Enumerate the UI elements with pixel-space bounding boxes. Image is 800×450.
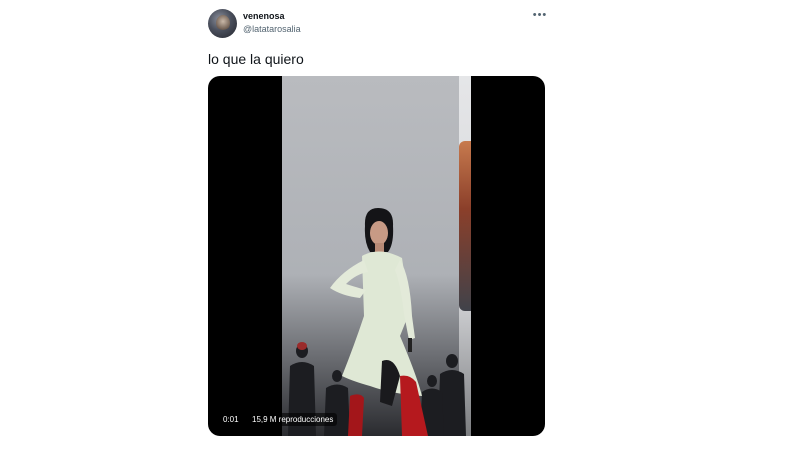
- tweet-card: venenosa @latatarosalia ••• lo que la qu…: [0, 0, 800, 450]
- video-frame: [282, 76, 471, 436]
- display-name[interactable]: venenosa: [243, 11, 285, 21]
- video-view-count: 15,9 M reproducciones: [248, 413, 338, 426]
- performer-illustration: [288, 208, 466, 436]
- user-handle[interactable]: @latatarosalia: [243, 24, 301, 34]
- video-player[interactable]: 0:01 15,9 M reproducciones: [208, 76, 545, 436]
- video-elapsed-time: 0:01: [219, 413, 243, 426]
- tweet-text: lo que la quiero: [208, 51, 304, 67]
- more-icon[interactable]: •••: [532, 9, 548, 21]
- avatar[interactable]: [208, 9, 237, 38]
